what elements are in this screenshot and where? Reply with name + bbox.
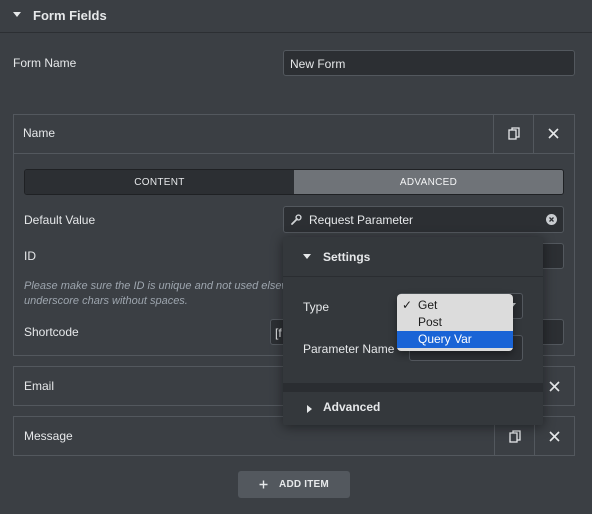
plus-icon: [259, 480, 268, 489]
repeater-item-title: Name: [23, 126, 56, 140]
dropdown-option-get[interactable]: ✓ Get: [397, 297, 513, 314]
option-label: Post: [418, 315, 443, 329]
checkmark-icon: ✓: [402, 298, 413, 312]
form-name-input[interactable]: New Form: [283, 50, 575, 76]
advanced-section-header[interactable]: Advanced: [283, 392, 543, 425]
copy-icon: [508, 429, 521, 443]
shortcode-value: [f: [275, 326, 282, 340]
form-name-label: Form Name: [13, 56, 77, 70]
option-label: Get: [418, 298, 438, 312]
section-header-form-fields[interactable]: Form Fields: [0, 0, 592, 32]
caret-right-icon: [307, 405, 312, 413]
repeater-item-title: Email: [24, 379, 55, 393]
shortcode-label: Shortcode: [24, 325, 79, 339]
section-title: Form Fields: [33, 8, 107, 23]
type-dropdown-menu: ✓ Get Post Query Var: [397, 294, 513, 351]
remove-button[interactable]: [533, 114, 573, 153]
add-item-label: ADD ITEM: [279, 479, 329, 490]
repeater-item-title: Message: [24, 429, 73, 443]
option-label: Query Var: [418, 332, 472, 346]
close-icon: [549, 380, 560, 392]
close-icon: [548, 128, 559, 139]
caret-down-icon: [303, 254, 311, 259]
settings-title: Settings: [323, 250, 371, 264]
section-divider: [0, 32, 592, 33]
popover-divider: [283, 383, 543, 392]
parameter-name-label: Parameter Name: [303, 342, 395, 356]
default-value-label: Default Value: [24, 213, 96, 227]
id-label: ID: [24, 249, 36, 263]
caret-down-icon: [13, 12, 21, 17]
id-hint-line1: Please make sure the ID is unique and no…: [24, 280, 290, 292]
repeater-item-header[interactable]: Name: [13, 114, 575, 154]
type-label: Type: [303, 300, 330, 314]
default-value-input[interactable]: Request Parameter: [283, 206, 564, 233]
clear-dynamic-button[interactable]: [546, 214, 557, 225]
dropdown-option-post[interactable]: Post: [397, 314, 513, 331]
default-value-text: Request Parameter: [309, 213, 414, 227]
dropdown-option-query-var[interactable]: Query Var: [397, 331, 513, 348]
copy-icon: [507, 127, 520, 140]
tab-content[interactable]: CONTENT: [25, 170, 294, 194]
close-icon: [549, 430, 560, 442]
add-item-button[interactable]: ADD ITEM: [238, 471, 350, 498]
duplicate-button[interactable]: [493, 114, 533, 153]
advanced-title: Advanced: [323, 400, 381, 414]
id-hint-line2: underscore chars without spaces.: [24, 295, 188, 307]
tab-advanced[interactable]: ADVANCED: [294, 170, 563, 194]
settings-section-header[interactable]: Settings: [283, 237, 543, 277]
clear-icon: [549, 217, 554, 222]
wrench-icon: [291, 214, 302, 225]
content-advanced-tabs: CONTENT ADVANCED: [24, 169, 564, 195]
form-name-value: New Form: [290, 57, 346, 71]
